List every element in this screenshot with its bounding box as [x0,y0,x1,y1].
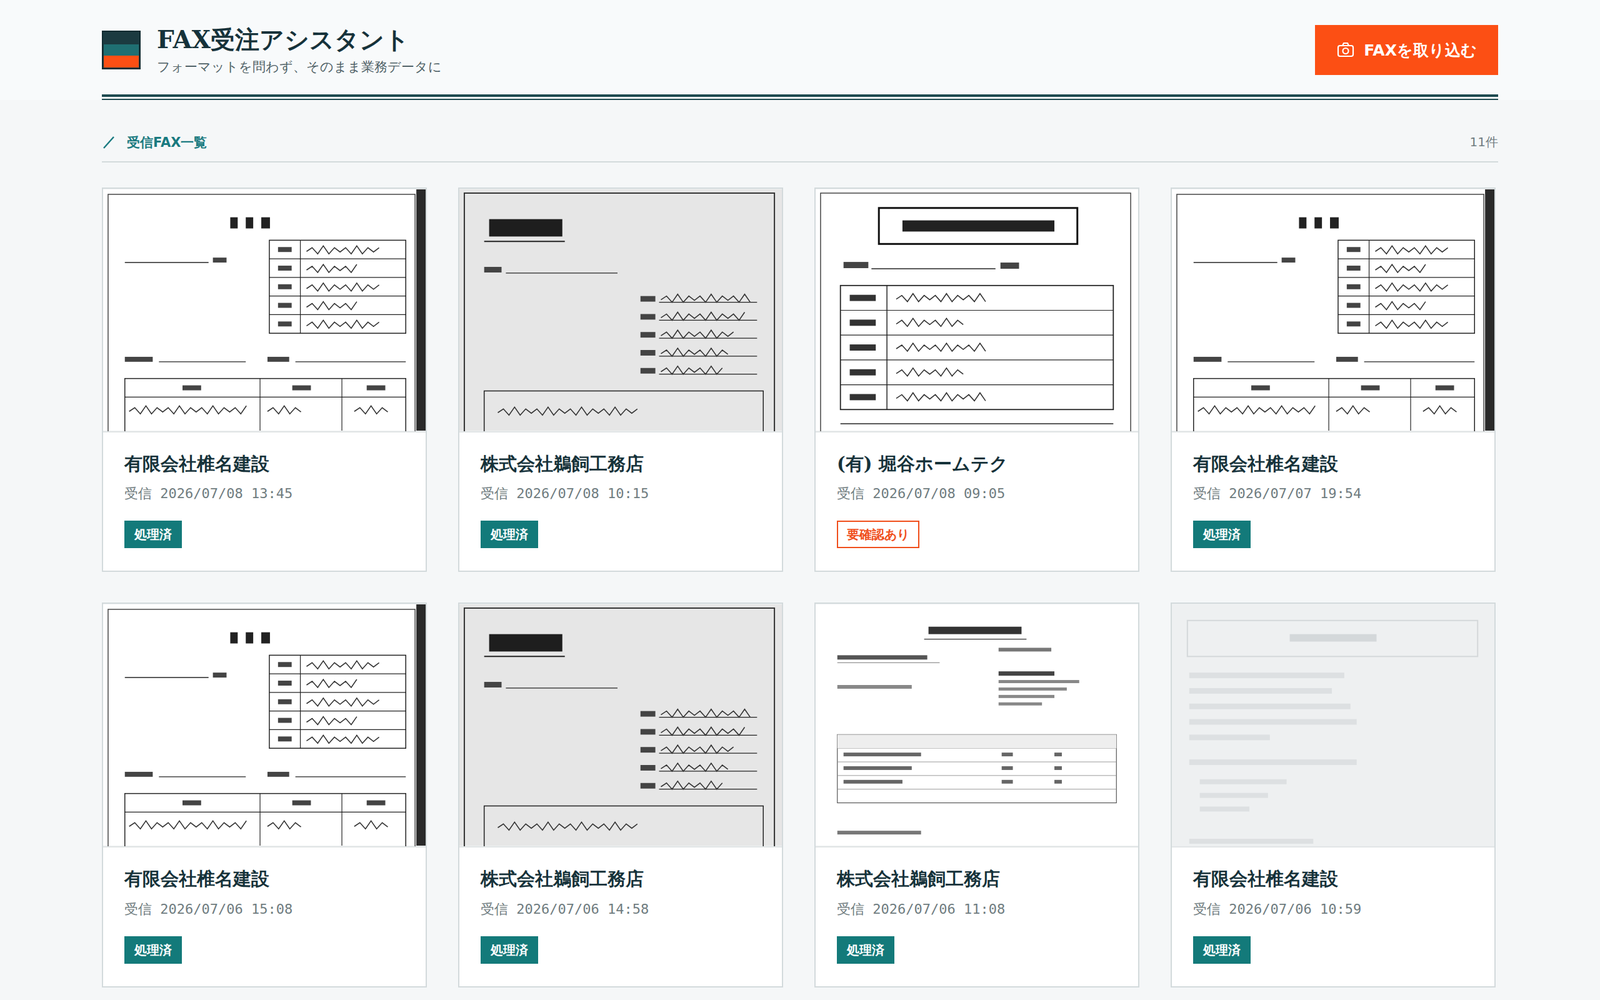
company-name: 有限会社椎名建設 [124,452,405,477]
fax-preview [103,188,426,433]
fax-preview [1171,188,1495,433]
fax-card[interactable]: 有限会社椎名建設受信 2026/07/06 15:08 処理済 [101,602,427,988]
company-name: 有限会社椎名建設 [1193,452,1474,477]
fax-info: 有限会社椎名建設受信 2026/07/06 10:59 処理済 [1171,847,1495,987]
fax-preview-image [459,603,782,847]
received-time: 受信 2026/07/08 09:05 [836,484,1117,504]
fax-preview [815,603,1139,848]
received-time: 受信 2026/07/07 19:54 [1193,484,1474,504]
status-badge: 処理済 [480,936,539,964]
fax-card[interactable]: 有限会社椎名建設受信 2026/07/08 13:45 処理済 [101,187,427,573]
main-content: 受信FAX一覧11件有限会社椎名建設受信 2026/07/08 13:45処理済… [0,100,1600,988]
fax-preview-image [1171,188,1495,432]
received-time: 受信 2026/07/06 10:59 [1193,900,1474,919]
fax-card[interactable]: 有限会社椎名建設受信 2026/07/06 10:59 処理済 [1170,602,1496,988]
status-badge: 処理済 [124,520,182,549]
fax-info: (有) 堀谷ホームテク受信 2026/07/08 09:05 要確認あり [815,432,1139,572]
status-badge: 処理済 [480,520,539,549]
section-title-text: 受信FAX一覧 [126,133,207,152]
company-name: (有) 堀谷ホームテク [836,452,1117,477]
fax-card[interactable]: 株式会社鵜飼工務店受信 2026/07/06 11:08 処理済 [814,602,1140,988]
brand-text: FAX受注アシスタントフォーマットを問わず、そのまま業務データに [156,25,442,76]
section-title: 受信FAX一覧 [101,133,207,152]
fax-info: 株式会社鵜飼工務店受信 2026/07/08 10:15 処理済 [459,432,782,572]
fax-preview-image [103,603,426,847]
received-time: 受信 2026/07/08 13:45 [124,484,405,504]
fax-preview [459,188,782,433]
fax-count: 11件 [1470,133,1499,151]
received-time: 受信 2026/07/06 15:08 [124,900,405,919]
brand: FAX受注アシスタントフォーマットを問わず、そのまま業務データに [101,25,442,76]
status-badge: 処理済 [124,936,182,964]
fax-preview [103,603,426,848]
fax-preview-image [1171,603,1495,847]
fax-preview-image [815,188,1139,432]
import-fax-label[interactable]: FAXを取り込む [1363,40,1477,61]
status-badge: 処理済 [1193,936,1251,964]
fax-preview [459,603,782,848]
app-subtitle: フォーマットを問わず、そのまま業務データに [156,58,442,76]
fax-info: 有限会社椎名建設受信 2026/07/08 13:45 処理済 [103,432,426,572]
company-name: 有限会社椎名建設 [1193,867,1474,892]
fax-info: 株式会社鵜飼工務店受信 2026/07/06 11:08 処理済 [815,847,1139,987]
header-rule [101,94,1499,97]
status-badge: 処理済 [1193,520,1251,549]
fax-grid: 有限会社椎名建設受信 2026/07/08 13:45処理済株式会社鵜飼工務店受… [101,187,1499,988]
section-header: 受信FAX一覧 11件 [101,100,1499,163]
company-name: 株式会社鵜飼工務店 [480,867,761,892]
status-badge: 要確認あり [836,520,920,549]
fax-preview-image [815,603,1139,847]
status-badge: 処理済 [836,936,895,964]
import-fax-button[interactable]: FAXを取り込む [1315,25,1499,75]
fax-card[interactable]: 有限会社椎名建設受信 2026/07/07 19:54 処理済 [1170,187,1496,573]
fax-info: 有限会社椎名建設受信 2026/07/07 19:54 処理済 [1171,432,1495,572]
company-name: 株式会社鵜飼工務店 [836,867,1117,892]
fax-preview-image [459,188,782,432]
fax-preview [1171,603,1495,848]
fax-card[interactable]: 株式会社鵜飼工務店受信 2026/07/08 10:15 処理済 [458,187,784,573]
received-time: 受信 2026/07/06 11:08 [836,900,1117,919]
fax-preview [815,188,1139,433]
fax-preview-image [103,188,426,432]
app-title: FAX受注アシスタント [156,25,442,55]
company-name: 有限会社椎名建設 [124,867,405,892]
fax-info: 株式会社鵜飼工務店受信 2026/07/06 14:58 処理済 [459,847,782,987]
fax-info: 有限会社椎名建設受信 2026/07/06 15:08 処理済 [103,847,426,987]
received-time: 受信 2026/07/06 14:58 [480,900,761,919]
received-time: 受信 2026/07/08 10:15 [480,484,761,504]
fax-card[interactable]: (有) 堀谷ホームテク受信 2026/07/08 09:05 要確認あり [814,187,1140,573]
logo-icon [101,30,141,70]
slash-icon [101,135,116,150]
company-name: 株式会社鵜飼工務店 [480,452,761,477]
camera-icon [1336,40,1355,60]
fax-card[interactable]: 株式会社鵜飼工務店受信 2026/07/06 14:58 処理済 [458,602,784,988]
app-header: FAX受注アシスタントフォーマットを問わず、そのまま業務データに FAXを取り込む [0,0,1600,100]
header-bar: FAX受注アシスタントフォーマットを問わず、そのまま業務データに FAXを取り込む [101,25,1499,95]
